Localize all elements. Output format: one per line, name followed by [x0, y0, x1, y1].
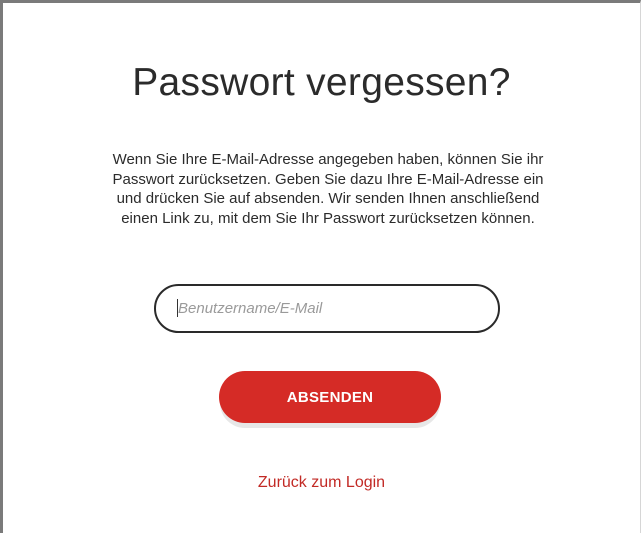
intro-line-2: Passwort zurücksetzen. Geben Sie dazu Ih…	[112, 170, 544, 188]
intro-line-4: einen Link zu, mit dem Sie Ihr Passwort …	[121, 209, 535, 227]
intro-text: Wenn Sie Ihre E-Mail-Adresse angegeben h…	[63, 150, 593, 228]
page-title: Passwort vergessen?	[132, 61, 511, 104]
page-frame: Passwort vergessen? Wenn Sie Ihre E-Mail…	[0, 0, 641, 533]
intro-line-3: und drücken Sie auf absenden. Wir senden…	[116, 190, 540, 207]
intro-line-1: Wenn Sie Ihre E-Mail-Adresse angegeben h…	[112, 151, 544, 168]
back-to-login-link[interactable]: Zurück zum Login	[3, 474, 640, 492]
email-field[interactable]	[154, 284, 500, 333]
text-caret	[177, 299, 178, 317]
submit-button[interactable]: ABSENDEN	[219, 371, 441, 423]
